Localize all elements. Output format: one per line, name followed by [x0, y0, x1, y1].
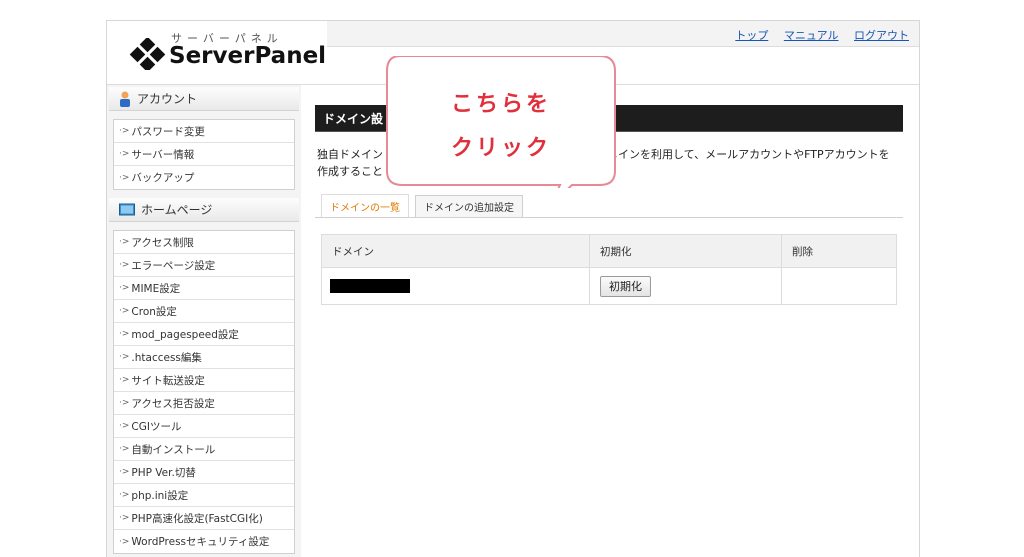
tab-bar: ドメインの一覧 ドメインの追加設定 [315, 194, 903, 218]
sidebar-item-label: サーバー情報 [131, 148, 195, 161]
sidebar-item-label: WordPressセキュリティ設定 [131, 536, 270, 548]
arrow-icon: ·> [119, 329, 130, 339]
sidebar-item-php-fastcgi[interactable]: ·> PHP高速化設定(FastCGI化) [114, 507, 294, 530]
sidebar-item-label: 自動インストール [131, 443, 216, 456]
domain-cell [321, 267, 590, 305]
arrow-icon: ·> [119, 149, 130, 159]
domain-table: ドメイン 初期化 削除 初期化 [321, 234, 897, 305]
sidebar-item-label: アクセス制限 [131, 236, 194, 249]
sidebar-heading-account: アカウント [109, 87, 299, 111]
monitor-icon [119, 203, 135, 215]
sidebar-item-wordpress-security[interactable]: ·> WordPressセキュリティ設定 [114, 530, 294, 553]
sidebar-item-site-redirect[interactable]: ·> サイト転送設定 [114, 369, 294, 392]
user-icon [120, 91, 130, 107]
top-links: トップ マニュアル ログアウト [723, 27, 909, 43]
tab-domain-list[interactable]: ドメインの一覧 [321, 194, 409, 217]
arrow-icon: ·> [119, 126, 130, 136]
sidebar-item-backup[interactable]: ·> バックアップ [114, 166, 294, 189]
callout-line-1: こちらを [450, 92, 551, 117]
sidebar-heading-label: アカウント [137, 92, 198, 106]
account-menu: ·> パスワード変更 ·> サーバー情報 ·> バックアップ [113, 119, 295, 190]
table-header-row: ドメイン 初期化 削除 [321, 234, 897, 268]
arrow-icon: ·> [119, 513, 130, 523]
arrow-icon: ·> [119, 467, 130, 477]
arrow-icon: ·> [119, 536, 130, 547]
tab-domain-add[interactable]: ドメインの追加設定 [415, 195, 523, 217]
sidebar-item-label: バックアップ [131, 172, 195, 184]
sidebar-heading-label: ホームページ [141, 203, 213, 217]
init-cell: 初期化 [589, 267, 782, 305]
arrow-icon: ·> [119, 398, 130, 408]
sidebar-item-access-deny[interactable]: ·> アクセス拒否設定 [114, 392, 294, 415]
description-line-1-right: メインを利用して、メールアカウントやFTPアカウントを [607, 148, 890, 161]
init-button[interactable]: 初期化 [600, 275, 651, 297]
arrow-icon: ·> [119, 490, 130, 500]
sidebar-item-label: .htaccess編集 [131, 351, 202, 364]
arrow-icon: ·> [119, 375, 130, 385]
arrow-icon: ·> [119, 444, 130, 454]
logo-name: ServerPanel [169, 43, 327, 69]
top-link-home[interactable]: トップ [735, 29, 768, 42]
delete-cell [781, 267, 897, 305]
callout-annotation: こちらを クリック [386, 56, 616, 188]
arrow-icon: ·> [119, 306, 130, 316]
arrow-icon: ·> [119, 260, 130, 270]
sidebar-item-label: エラーページ設定 [131, 259, 216, 272]
logo[interactable]: サーバーパネル ServerPanel [107, 21, 326, 85]
sidebar-item-password[interactable]: ·> パスワード変更 [114, 120, 294, 143]
sidebar-item-cron[interactable]: ·> Cron設定 [114, 300, 294, 323]
sidebar-item-label: CGIツール [131, 420, 182, 433]
sidebar-item-php-version[interactable]: ·> PHP Ver.切替 [114, 461, 294, 484]
sidebar-item-auto-install[interactable]: ·> 自動インストール [114, 438, 294, 461]
sidebar-item-label: サイト転送設定 [131, 374, 205, 387]
description-line-1-left: 独自ドメイン [317, 148, 383, 161]
sidebar-item-label: PHP Ver.切替 [131, 466, 196, 479]
arrow-icon: ·> [119, 172, 130, 183]
sidebar-item-cgi-tools[interactable]: ·> CGIツール [114, 415, 294, 438]
column-header-init: 初期化 [589, 234, 782, 268]
arrow-icon: ·> [119, 421, 130, 431]
sidebar-item-label: php.ini設定 [131, 489, 189, 502]
arrow-icon: ·> [119, 352, 130, 362]
homepage-menu: ·> アクセス制限 ·> エラーページ設定 ·> MIME設定 ·> Cron設定 ·>… [113, 230, 295, 554]
sidebar-item-error-page[interactable]: ·> エラーページ設定 [114, 254, 294, 277]
sidebar-item-access-restriction[interactable]: ·> アクセス制限 [114, 231, 294, 254]
sidebar-item-label: Cron設定 [131, 305, 177, 318]
sidebar-item-server-info[interactable]: ·> サーバー情報 [114, 143, 294, 166]
sidebar-item-pagespeed[interactable]: ·> mod_pagespeed設定 [114, 323, 294, 346]
sidebar-item-label: アクセス拒否設定 [131, 397, 215, 410]
top-link-logout[interactable]: ログアウト [854, 29, 909, 42]
header-bar: トップ マニュアル ログアウト [327, 21, 919, 47]
sidebar-item-mime[interactable]: ·> MIME設定 [114, 277, 294, 300]
table-row: 初期化 [321, 267, 897, 305]
column-header-delete: 削除 [781, 234, 897, 268]
sidebar-item-label: PHP高速化設定(FastCGI化) [131, 512, 263, 525]
arrow-icon: ·> [119, 283, 130, 293]
sidebar-item-label: mod_pagespeed設定 [131, 328, 239, 341]
sidebar-item-php-ini[interactable]: ·> php.ini設定 [114, 484, 294, 507]
redacted-domain [330, 279, 410, 293]
speech-bubble [386, 56, 616, 188]
callout-line-2: クリック [450, 136, 551, 161]
column-header-domain: ドメイン [321, 234, 590, 268]
top-link-manual[interactable]: マニュアル [784, 29, 839, 42]
arrow-icon: ·> [119, 237, 130, 247]
sidebar-item-label: パスワード変更 [131, 125, 205, 138]
sidebar-heading-homepage: ホームページ [109, 198, 299, 222]
logo-diamond-icon [129, 38, 166, 70]
sidebar: アカウント ·> パスワード変更 ·> サーバー情報 ·> バックアップ ホームページ… [107, 85, 301, 557]
sidebar-item-htaccess[interactable]: ·> .htaccess編集 [114, 346, 294, 369]
sidebar-item-label: MIME設定 [131, 282, 181, 295]
